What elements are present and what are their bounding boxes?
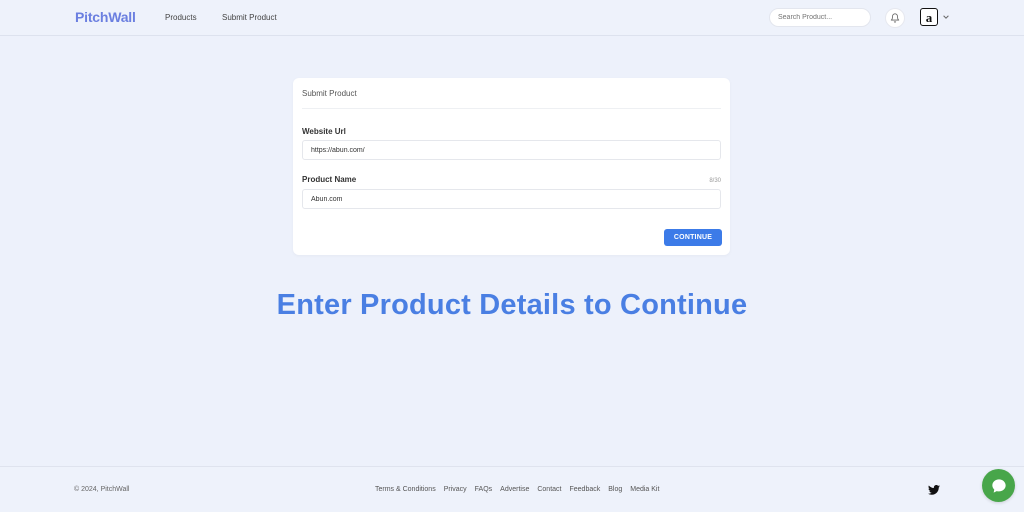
char-counter: 8/30 [709, 178, 721, 184]
footer-links: Terms & Conditions Privacy FAQs Advertis… [375, 486, 659, 493]
footer-link-blog[interactable]: Blog [608, 486, 622, 493]
footer-link-media-kit[interactable]: Media Kit [630, 486, 659, 493]
divider [302, 108, 721, 109]
card-title: Submit Product [302, 89, 357, 98]
logo[interactable]: PitchWall [75, 9, 136, 25]
website-url-label: Website Url [302, 127, 346, 136]
nav-submit-product[interactable]: Submit Product [222, 13, 277, 22]
bell-icon [890, 13, 900, 23]
chat-icon [991, 478, 1006, 493]
submit-product-card: Submit Product Website Url Product Name … [293, 78, 730, 255]
search-input[interactable] [769, 8, 871, 27]
footer-link-contact[interactable]: Contact [537, 486, 561, 493]
footer: © 2024, PitchWall Terms & Conditions Pri… [0, 466, 1024, 512]
avatar[interactable]: a [920, 8, 938, 26]
banner-caption: Enter Product Details to Continue [276, 289, 748, 321]
website-url-input[interactable] [302, 140, 721, 160]
footer-link-privacy[interactable]: Privacy [444, 486, 467, 493]
footer-link-faqs[interactable]: FAQs [475, 486, 493, 493]
product-name-input[interactable] [302, 189, 721, 209]
footer-link-terms[interactable]: Terms & Conditions [375, 486, 436, 493]
chat-widget-button[interactable] [982, 469, 1015, 502]
copyright: © 2024, PitchWall [74, 486, 130, 493]
footer-link-feedback[interactable]: Feedback [569, 486, 600, 493]
continue-button[interactable]: CONTINUE [664, 229, 722, 246]
chevron-down-icon[interactable] [942, 13, 950, 21]
product-name-label: Product Name [302, 175, 357, 184]
top-navbar: PitchWall Products Submit Product a [0, 0, 1024, 36]
notifications-button[interactable] [885, 8, 905, 28]
twitter-icon[interactable] [928, 485, 940, 495]
nav-products[interactable]: Products [165, 13, 197, 22]
footer-link-advertise[interactable]: Advertise [500, 486, 529, 493]
